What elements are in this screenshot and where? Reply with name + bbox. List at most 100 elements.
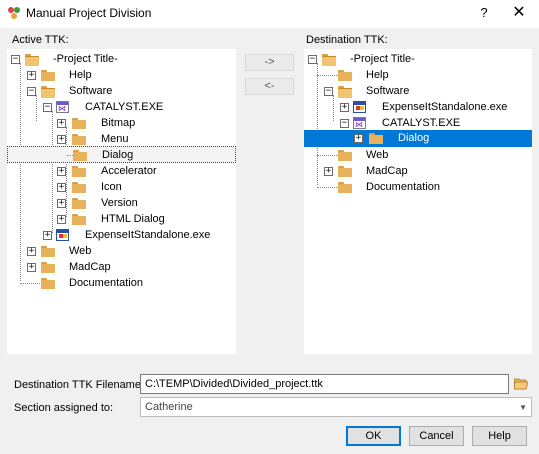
expand-icon[interactable]: + xyxy=(27,263,36,272)
folder-icon xyxy=(369,133,383,144)
folder-icon xyxy=(41,278,55,289)
collapse-icon[interactable]: − xyxy=(340,119,349,128)
title-bar: Manual Project Division ? ✕ xyxy=(0,0,539,28)
filename-label: Destination TTK Filename: xyxy=(14,379,145,391)
expand-icon[interactable]: + xyxy=(27,71,36,80)
folder-icon xyxy=(338,70,352,81)
expand-icon[interactable]: + xyxy=(324,167,333,176)
folder-open-icon xyxy=(41,86,55,98)
folder-open-icon xyxy=(338,86,352,98)
folder-icon xyxy=(338,182,352,193)
executable-icon xyxy=(353,101,366,113)
tree-node-html-dialog[interactable]: + HTML Dialog xyxy=(7,211,236,227)
expand-icon[interactable]: + xyxy=(57,199,66,208)
tree-node-help[interactable]: Help xyxy=(304,67,532,83)
node-label: CATALYST.EXE xyxy=(85,101,164,113)
collapse-icon[interactable]: − xyxy=(27,87,36,96)
tree-node-bitmap[interactable]: + Bitmap xyxy=(7,115,236,131)
destination-tree[interactable]: − -Project Title- Help − Software + Expe… xyxy=(304,49,532,354)
chevron-down-icon: ▼ xyxy=(519,403,527,412)
node-label: Software xyxy=(69,85,113,97)
section-value: Catherine xyxy=(145,401,193,413)
node-label: ExpenseItStandalone.exe xyxy=(85,229,211,241)
move-left-button[interactable]: <- xyxy=(245,78,294,95)
collapse-icon[interactable]: − xyxy=(11,55,20,64)
tree-node-menu[interactable]: + Menu xyxy=(7,131,236,147)
expand-icon[interactable]: + xyxy=(354,134,363,143)
tree-line xyxy=(20,283,40,284)
node-label: CATALYST.EXE xyxy=(382,117,461,129)
node-label: -Project Title- xyxy=(53,53,118,65)
tree-node-expense[interactable]: + ExpenseItStandalone.exe xyxy=(304,99,532,115)
tree-node-help[interactable]: + Help xyxy=(7,67,236,83)
node-label: Menu xyxy=(101,133,129,145)
tree-line xyxy=(317,155,337,156)
tree-node-accelerator[interactable]: + Accelerator xyxy=(7,163,236,179)
expand-icon[interactable]: + xyxy=(27,247,36,256)
folder-icon xyxy=(338,150,352,161)
node-label: MadCap xyxy=(366,165,408,177)
close-icon[interactable]: ✕ xyxy=(508,5,530,23)
tree-line xyxy=(317,187,337,188)
tree-node-catalyst[interactable]: − ⋈ CATALYST.EXE xyxy=(304,115,532,131)
tree-node-expense[interactable]: + ExpenseItStandalone.exe xyxy=(7,227,236,243)
tree-node-catalyst[interactable]: − ⋈ CATALYST.EXE xyxy=(7,99,236,115)
active-tree[interactable]: − -Project Title- + Help − Software − ⋈ … xyxy=(7,49,236,354)
active-ttk-label: Active TTK: xyxy=(12,34,69,46)
folder-icon xyxy=(72,166,86,177)
folder-icon xyxy=(41,70,55,81)
window-title: Manual Project Division xyxy=(26,6,152,20)
tree-node-version[interactable]: + Version xyxy=(7,195,236,211)
tree-node-software[interactable]: − Software xyxy=(7,83,236,99)
folder-icon xyxy=(338,166,352,177)
collapse-icon[interactable]: − xyxy=(308,55,317,64)
expand-icon[interactable]: + xyxy=(57,135,66,144)
browse-folder-icon[interactable] xyxy=(514,378,528,390)
tree-node-icon[interactable]: + Icon xyxy=(7,179,236,195)
tree-node-root[interactable]: − -Project Title- xyxy=(7,51,236,67)
tree-node-web[interactable]: Web xyxy=(304,147,532,163)
cancel-button[interactable]: Cancel xyxy=(409,426,464,446)
tree-node-documentation[interactable]: Documentation xyxy=(304,179,532,195)
node-label: Documentation xyxy=(69,277,143,289)
help-button[interactable]: Help xyxy=(472,426,527,446)
node-label: Web xyxy=(366,149,389,161)
collapse-icon[interactable]: − xyxy=(324,87,333,96)
collapse-icon[interactable]: − xyxy=(43,103,52,112)
expand-icon[interactable]: + xyxy=(57,215,66,224)
expand-icon[interactable]: + xyxy=(57,119,66,128)
tree-node-software[interactable]: − Software xyxy=(304,83,532,99)
tree-node-root[interactable]: − -Project Title- xyxy=(304,51,532,67)
expand-icon[interactable]: + xyxy=(43,231,52,240)
node-label: Bitmap xyxy=(101,117,136,129)
folder-icon xyxy=(73,150,87,161)
tree-node-documentation[interactable]: Documentation xyxy=(7,275,236,291)
help-icon[interactable]: ? xyxy=(474,5,494,23)
folder-icon xyxy=(72,118,86,129)
tree-line xyxy=(317,75,337,76)
app-icon xyxy=(8,7,20,19)
node-label: Help xyxy=(366,69,389,81)
tree-node-dialog[interactable]: Dialog xyxy=(7,146,236,163)
move-right-button[interactable]: -> xyxy=(245,54,294,71)
folder-open-icon xyxy=(25,54,39,66)
tree-node-dialog-selected[interactable]: + Dialog xyxy=(304,130,532,147)
expand-icon[interactable]: + xyxy=(57,167,66,176)
expand-icon[interactable]: + xyxy=(340,103,349,112)
node-label: -Project Title- xyxy=(350,53,415,65)
node-label: ExpenseItStandalone.exe xyxy=(382,101,508,113)
folder-open-icon xyxy=(322,54,336,66)
node-label: Version xyxy=(101,197,138,209)
node-label: Software xyxy=(366,85,410,97)
node-label: HTML Dialog xyxy=(101,213,165,225)
expand-icon[interactable]: + xyxy=(57,183,66,192)
folder-icon xyxy=(72,214,86,225)
tree-node-madcap[interactable]: + MadCap xyxy=(7,259,236,275)
ok-button[interactable]: OK xyxy=(346,426,401,446)
tree-node-madcap[interactable]: + MadCap xyxy=(304,163,532,179)
section-combo[interactable]: Catherine ▼ xyxy=(140,397,532,417)
filename-field[interactable]: C:\TEMP\Divided\Divided_project.ttk xyxy=(140,374,509,394)
folder-icon xyxy=(41,246,55,257)
tree-node-web[interactable]: + Web xyxy=(7,243,236,259)
folder-icon xyxy=(72,134,86,145)
